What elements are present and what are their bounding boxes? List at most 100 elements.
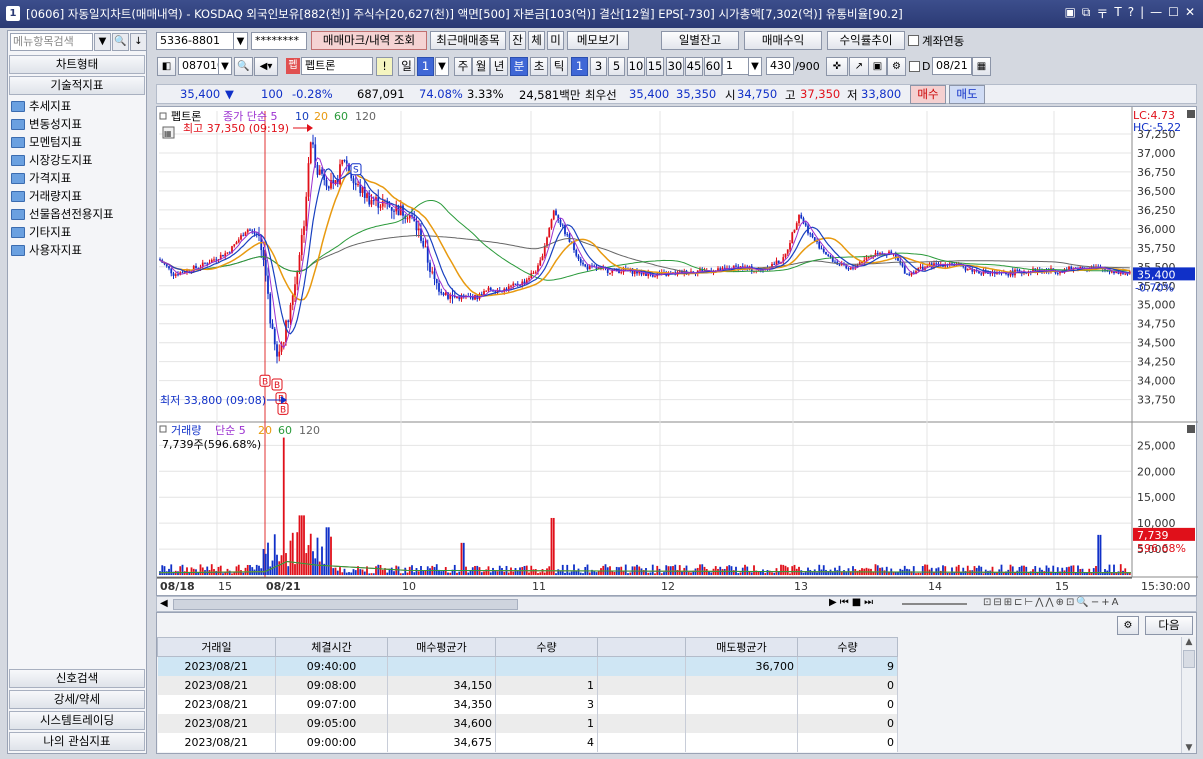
interval-button[interactable]: 60 (704, 57, 722, 76)
table-row[interactable]: 2023/08/21 09:07:00 34,350 3 0 (157, 694, 898, 714)
layout-icon[interactable]: ◧ (157, 57, 176, 76)
tab-strong-weak[interactable]: 강세/약세 (9, 690, 145, 709)
chevron-down-icon[interactable]: ▼ (435, 57, 449, 76)
tree-item[interactable]: 사용자지표 (11, 241, 114, 259)
period-button[interactable]: 틱 (550, 57, 568, 76)
window-control-5[interactable]: | (1140, 5, 1144, 22)
column-header[interactable]: 거래일 (157, 637, 276, 657)
draw-tool-icon[interactable]: ↗ (849, 57, 869, 76)
interval-button[interactable]: 5 (608, 57, 625, 76)
recent-trades-button[interactable]: 최근매매종목 (430, 31, 506, 50)
tree-item[interactable]: 기타지표 (11, 223, 114, 241)
window-control-4[interactable]: ? (1128, 5, 1134, 22)
unfilled-button[interactable]: 미 (547, 31, 564, 50)
password-field[interactable]: ******** (251, 32, 307, 50)
executed-button[interactable]: 체 (528, 31, 545, 50)
gear-icon[interactable]: ⚙ (887, 57, 906, 76)
search-icon[interactable]: 🔍 (234, 57, 253, 76)
period-button[interactable]: 월 (472, 57, 490, 76)
table-row[interactable]: 2023/08/21 09:05:00 34,600 1 0 (157, 713, 898, 733)
interval-button[interactable]: 30 (666, 57, 684, 76)
column-header[interactable]: 수량 (797, 637, 898, 657)
crosshair-icon[interactable]: ✜ (826, 57, 848, 76)
tree-item[interactable]: 거래량지표 (11, 187, 114, 205)
tab-system-trading[interactable]: 시스템트레이딩 (9, 711, 145, 730)
period-button[interactable]: 분 (510, 57, 528, 76)
period-button[interactable]: 년 (490, 57, 508, 76)
tree-item[interactable]: 변동성지표 (11, 115, 114, 133)
table-row[interactable]: 2023/08/21 09:08:00 34,150 1 0 (157, 675, 898, 695)
gear-icon[interactable]: ⚙ (1117, 616, 1139, 635)
trade-profit-button[interactable]: 매매수익 (744, 31, 822, 50)
save-icon[interactable]: ▣ (868, 57, 887, 76)
tab-chart-type[interactable]: 차트형태 (9, 55, 145, 74)
next-button[interactable]: 다음 (1145, 616, 1193, 635)
price-arrow: ▼ (225, 87, 234, 101)
buy-button[interactable]: 매수 (910, 85, 946, 104)
interval-button[interactable]: 45 (685, 57, 703, 76)
column-header[interactable]: 매도평균가 (685, 637, 798, 657)
return-trend-button[interactable]: 수익률추이 (827, 31, 905, 50)
window-control-0[interactable]: ▣ (1064, 5, 1075, 22)
window-control-8[interactable]: ✕ (1185, 5, 1195, 22)
tree-item[interactable]: 가격지표 (11, 169, 114, 187)
dropdown-icon[interactable]: ▼ (94, 33, 111, 51)
balance-button[interactable]: 잔 (509, 31, 526, 50)
calendar-icon[interactable]: ▦ (972, 57, 991, 76)
zoom-slider[interactable] (902, 603, 967, 605)
tree-item[interactable]: 모멘텀지표 (11, 133, 114, 151)
window-control-7[interactable]: ☐ (1168, 5, 1179, 22)
download-icon[interactable]: ↓ (130, 33, 147, 51)
table-scroll-thumb[interactable] (1183, 650, 1195, 668)
column-header[interactable]: 체결시간 (275, 637, 388, 657)
menu-search-input[interactable]: 메뉴항목검색 (10, 33, 93, 51)
price-tick-label: 35,000 (1137, 299, 1176, 312)
table-scrollbar[interactable]: ▲ ▼ (1181, 637, 1196, 753)
interval-button[interactable]: 1 (571, 57, 588, 76)
bar-count-input[interactable]: 430 (766, 57, 794, 75)
date-input[interactable]: 08/21 (932, 57, 972, 75)
window-control-2[interactable]: 〒 (1096, 5, 1108, 22)
tree-item[interactable]: 추세지표 (11, 97, 114, 115)
table-row[interactable]: 2023/08/21 09:00:00 34,675 4 0 (157, 732, 898, 752)
stock-name-field[interactable]: 펩트론 (301, 57, 373, 75)
period-day-button[interactable]: 일 (398, 57, 415, 76)
interval-button[interactable]: 10 (627, 57, 645, 76)
account-link-checkbox[interactable] (908, 35, 919, 46)
chevron-down-icon[interactable]: ▼ (233, 32, 248, 50)
playback-controls[interactable]: ▶⏮■⏭ (829, 597, 876, 608)
column-header[interactable]: 매수평균가 (387, 637, 496, 657)
table-cell: 2023/08/21 (157, 656, 276, 676)
interval-button[interactable]: 15 (646, 57, 664, 76)
table-row[interactable]: 2023/08/21 09:40:00 36,700 9 (157, 656, 898, 676)
column-header[interactable]: 수량 (495, 637, 598, 657)
tab-technical-indicators[interactable]: 기술적지표 (9, 76, 145, 95)
chevron-down-icon[interactable]: ▼ (748, 57, 762, 76)
tab-my-indicators[interactable]: 나의 관심지표 (9, 732, 145, 751)
tree-item[interactable]: 선물옵션전용지표 (11, 205, 114, 223)
scroll-thumb[interactable] (173, 599, 518, 610)
column-header[interactable] (597, 637, 686, 657)
interval-button[interactable]: 3 (590, 57, 607, 76)
tree-item[interactable]: 시장강도지표 (11, 151, 114, 169)
window-control-3[interactable]: T (1114, 5, 1121, 22)
period-num-button[interactable]: 1 (417, 57, 434, 76)
tab-signal-search[interactable]: 신호검색 (9, 669, 145, 688)
trade-marks-button[interactable]: 매매마크/내역 조회 (311, 31, 427, 50)
drawing-tools[interactable]: ⊡⊟⊞⊏⊢⋀⋀⊕⊡🔍−+A (983, 597, 1120, 608)
window-control-1[interactable]: ⧉ (1082, 5, 1091, 22)
speaker-icon[interactable]: ◀▾ (254, 57, 278, 76)
memo-button[interactable]: 메모보기 (567, 31, 629, 50)
candlestick-chart[interactable]: SBBBB 37,25037,00036,75036,50036,25036,0… (156, 106, 1198, 596)
search-icon[interactable]: 🔍 (112, 33, 129, 51)
chevron-down-icon[interactable]: ▼ (218, 57, 232, 75)
window-control-6[interactable]: — (1150, 5, 1162, 22)
ratio-2: 3.33% (467, 87, 504, 101)
daily-balance-button[interactable]: 일별잔고 (661, 31, 739, 50)
period-button[interactable]: 초 (530, 57, 548, 76)
date-checkbox[interactable] (909, 61, 920, 72)
alert-icon[interactable]: ! (376, 57, 393, 76)
scroll-left-icon[interactable]: ◀ (160, 598, 168, 609)
sell-button[interactable]: 매도 (949, 85, 985, 104)
period-button[interactable]: 주 (454, 57, 472, 76)
